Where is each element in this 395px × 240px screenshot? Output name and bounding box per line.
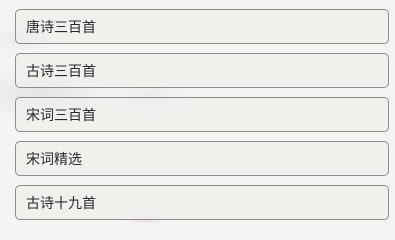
collection-list: 唐诗三百首 古诗三百首 宋词三百首 宋词精选 古诗十九首 <box>15 9 389 220</box>
collection-item-tang-300[interactable]: 唐诗三百首 <box>15 9 389 44</box>
collection-item-songci-selected[interactable]: 宋词精选 <box>15 141 389 176</box>
collection-item-gushi-19[interactable]: 古诗十九首 <box>15 185 389 220</box>
collection-item-gushi-300[interactable]: 古诗三百首 <box>15 53 389 88</box>
collection-item-songci-300[interactable]: 宋词三百首 <box>15 97 389 132</box>
